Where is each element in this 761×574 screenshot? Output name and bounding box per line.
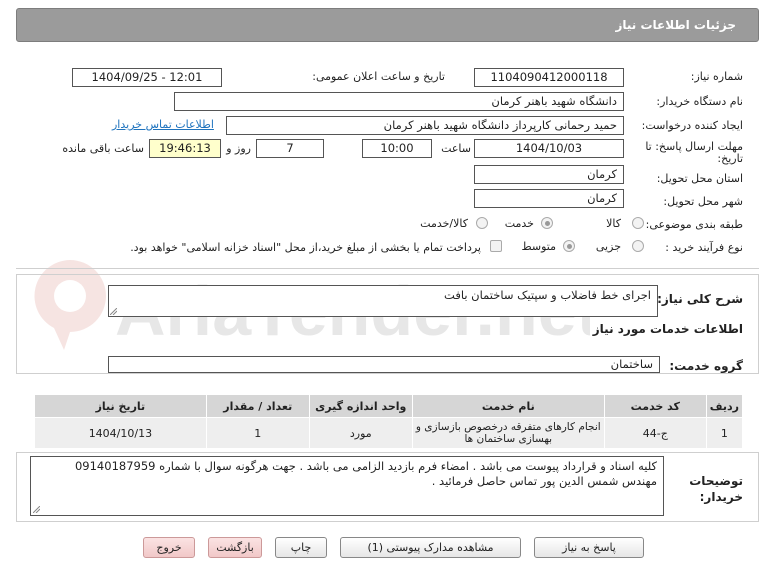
deadline-date-label: تاریخ:	[717, 152, 743, 165]
cell-qty: 1	[205, 417, 310, 449]
view-attachments-button[interactable]: مشاهده مدارک پیوستی (1)	[340, 537, 521, 558]
buyer-contact-link[interactable]: اطلاعات تماس خریدار	[112, 118, 214, 131]
need-number-label: شماره نیاز:	[690, 70, 743, 83]
remaining-label: ساعت باقی مانده	[62, 142, 144, 155]
resize-handle-icon[interactable]	[33, 506, 40, 513]
days-label: روز و	[226, 142, 251, 155]
exit-button[interactable]: خروج	[143, 537, 195, 558]
divider	[16, 268, 759, 269]
col-date: تاریخ نیاز	[34, 394, 207, 418]
col-unit: واحد اندازه گیری	[308, 394, 413, 418]
need-number-field: 1104090412000118	[474, 68, 624, 87]
treasury-note: پرداخت تمام یا بخشی از مبلغ خرید،از محل …	[130, 241, 481, 254]
summary-label: شرح کلی نیاز:	[657, 292, 743, 306]
services-table: ردیف کد خدمت نام خدمت واحد اندازه گیری ت…	[34, 394, 744, 449]
requester-label: ایجاد کننده درخواست:	[641, 119, 743, 132]
process-medium-radio[interactable]	[563, 240, 575, 252]
cell-code: ج-44	[603, 417, 707, 449]
back-button[interactable]: بازگشت	[208, 537, 262, 558]
category-goods-label: کالا	[606, 217, 621, 230]
col-row: ردیف	[705, 394, 744, 418]
notes-line-2: مهندس شمس الدین پور تماس حاصل فرمائید .	[431, 474, 657, 488]
notes-label-2: خریدار:	[699, 490, 743, 504]
notes-textarea[interactable]: کلیه اسناد و قرارداد پیوست می باشد . امض…	[30, 456, 664, 516]
announce-datetime-field: 1404/09/25 - 12:01	[72, 68, 222, 87]
requester-field: حمید رحمانی کارپرداز دانشگاه شهید باهنر …	[226, 116, 624, 135]
announce-label: تاریخ و ساعت اعلان عمومی:	[312, 70, 445, 83]
deadline-time-field: 10:00	[362, 139, 432, 158]
process-minor-radio[interactable]	[632, 240, 644, 252]
deadline-date-field: 1404/10/03	[474, 139, 624, 158]
category-service-radio[interactable]	[541, 217, 553, 229]
table-row: 1 ج-44 انجام کارهای متفرقه درخصوص بازساز…	[34, 417, 744, 449]
buyer-org-label: نام دستگاه خریدار:	[656, 95, 743, 108]
col-code: کد خدمت	[603, 394, 707, 418]
category-service-label: خدمت	[504, 217, 534, 230]
notes-label: توضیحات	[689, 474, 743, 488]
cell-row: 1	[705, 417, 744, 449]
province-field: کرمان	[474, 165, 624, 184]
buyer-org-field: دانشگاه شهید باهنر کرمان	[174, 92, 624, 111]
table-header-row: ردیف کد خدمت نام خدمت واحد اندازه گیری ت…	[34, 394, 744, 418]
process-minor-label: جزیی	[595, 240, 621, 253]
print-button[interactable]: چاپ	[275, 537, 327, 558]
city-field: کرمان	[474, 189, 624, 208]
services-section-title: اطلاعات خدمات مورد نیاز	[592, 322, 743, 336]
cell-name: انجام کارهای متفرقه درخصوص بازسازی و بهس…	[411, 417, 605, 449]
reply-button[interactable]: پاسخ به نیاز	[534, 537, 644, 558]
deadline-time-label: ساعت	[441, 142, 471, 155]
category-goods-service-label: کالا/خدمت	[420, 217, 468, 230]
col-qty: تعداد / مقدار	[205, 394, 310, 418]
service-group-field: ساختمان	[108, 356, 660, 373]
details-header: جزئیات اطلاعات نیاز	[16, 8, 759, 42]
province-label: استان محل تحویل:	[656, 172, 743, 185]
service-group-label: گروه خدمت:	[669, 359, 743, 373]
city-label: شهر محل تحویل:	[663, 195, 743, 208]
cell-unit: مورد	[308, 417, 413, 449]
treasury-checkbox[interactable]	[490, 240, 502, 252]
process-medium-label: متوسط	[521, 240, 556, 253]
category-label: طبقه بندی موضوعی:	[645, 218, 743, 231]
summary-textarea[interactable]: اجرای خط فاضلاب و سپتیک ساختمان بافت	[108, 285, 658, 317]
days-field: 7	[256, 139, 324, 158]
page-title: جزئیات اطلاعات نیاز	[615, 18, 736, 32]
process-label: نوع فرآیند خرید :	[665, 241, 743, 254]
notes-line-1: کلیه اسناد و قرارداد پیوست می باشد . امض…	[74, 459, 657, 473]
cell-date: 1404/10/13	[34, 417, 207, 449]
category-goods-service-radio[interactable]	[476, 217, 488, 229]
resize-handle-icon[interactable]	[110, 308, 117, 315]
col-name: نام خدمت	[411, 394, 605, 418]
remaining-time-field: 19:46:13	[149, 139, 221, 158]
category-goods-radio[interactable]	[632, 217, 644, 229]
